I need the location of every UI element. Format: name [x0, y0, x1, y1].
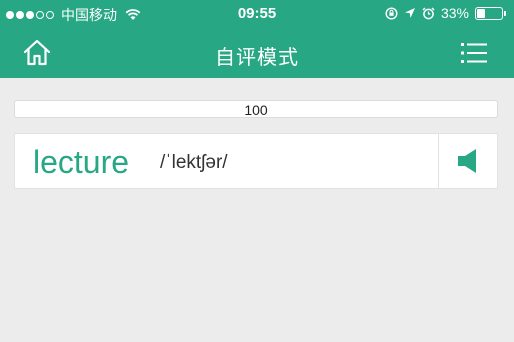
battery-percent: 33% — [440, 5, 469, 21]
alarm-clock-icon — [422, 6, 435, 19]
play-pronunciation-button[interactable] — [439, 134, 499, 188]
orientation-lock-icon — [385, 6, 398, 20]
progress-bar: 100 — [14, 100, 498, 118]
page-title: 自评模式 — [215, 47, 299, 69]
battery-icon — [475, 6, 503, 20]
location-arrow-icon — [404, 8, 415, 18]
word-text: lecture — [33, 144, 130, 180]
battery-terminal — [504, 10, 506, 16]
word-card: lecture /ˈlektʃər/ — [14, 133, 498, 189]
progress-value: 100 — [244, 102, 268, 118]
list-menu-icon — [461, 43, 487, 63]
menu-button[interactable] — [460, 40, 488, 66]
status-bar: 中国移动 09:55 33% — [0, 0, 514, 28]
phonetic-text: /ˈlektʃər/ — [160, 152, 228, 173]
navigation-bar: 自评模式 — [0, 28, 514, 78]
status-right: 33% — [385, 5, 506, 21]
speaker-icon — [458, 149, 476, 173]
